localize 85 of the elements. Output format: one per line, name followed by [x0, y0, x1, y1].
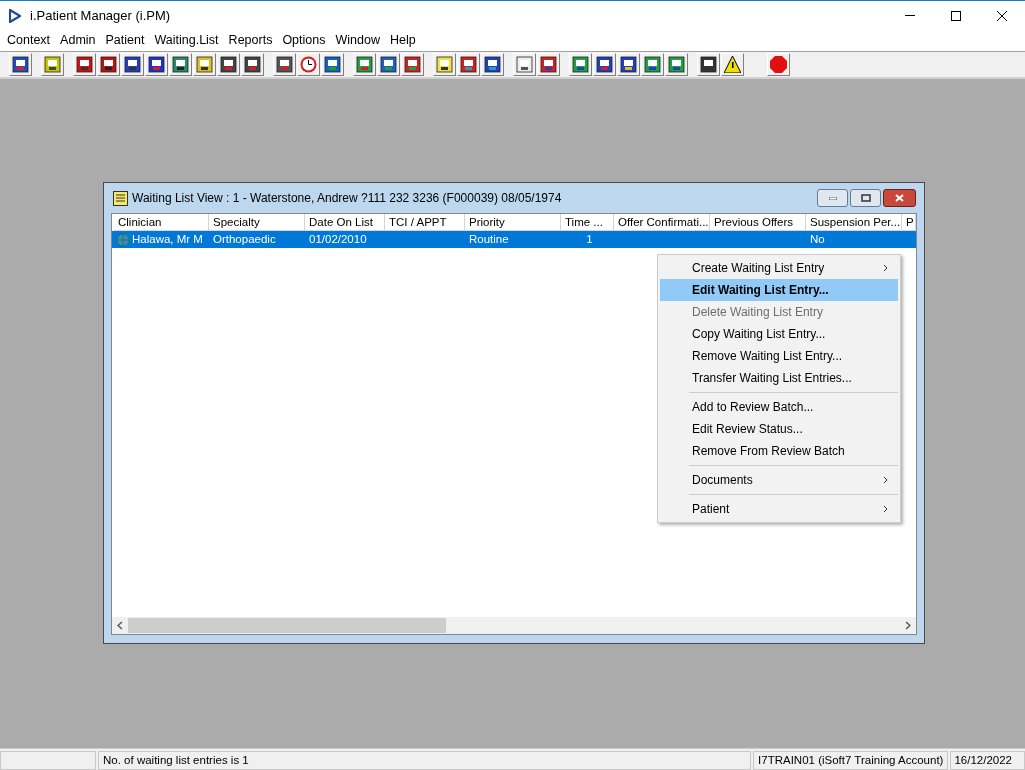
minimize-icon: [905, 15, 915, 16]
toolbar-button[interactable]: [121, 53, 144, 76]
menu-item[interactable]: Patient: [100, 31, 150, 50]
toolbar-button[interactable]: [145, 53, 168, 76]
horizontal-scrollbar[interactable]: [112, 617, 916, 634]
table-cell-text: No: [810, 231, 825, 247]
column-header[interactable]: Specialty: [209, 214, 305, 231]
scroll-right-icon: [905, 621, 911, 630]
list-icon: [113, 190, 128, 206]
toolbar-button[interactable]: [665, 53, 688, 76]
app-logo-icon: [9, 8, 21, 23]
warning-icon: [724, 56, 741, 73]
toolbar-button[interactable]: [569, 53, 592, 76]
column-header[interactable]: Time ...: [561, 214, 614, 231]
toolbar-button[interactable]: [457, 53, 480, 76]
minimize-button[interactable]: [817, 189, 848, 207]
menu-item[interactable]: Reports: [223, 31, 278, 50]
toolbar-button[interactable]: [721, 53, 744, 76]
table-cell-text: Halawa, Mr M: [132, 231, 203, 247]
column-header[interactable]: TCI / APPT: [385, 214, 465, 231]
close-icon: [997, 10, 1007, 21]
toolbar-button[interactable]: [641, 53, 664, 76]
context-menu-item[interactable]: Documents: [660, 469, 898, 491]
toolbar-button[interactable]: [513, 53, 536, 76]
toolbar-button[interactable]: [593, 53, 616, 76]
table-row[interactable]: Halawa, Mr M Orthopaedic 01/02/2010 Routine 1 No: [112, 231, 916, 248]
toolbar-button[interactable]: [73, 53, 96, 76]
status-account: I7TRAIN01 (iSoft7 Training Account): [753, 751, 949, 770]
scroll-left-icon: [117, 621, 123, 630]
minimize-icon: [828, 196, 837, 200]
toolbar-button[interactable]: [401, 53, 424, 76]
column-header[interactable]: Date On List: [305, 214, 385, 231]
column-header[interactable]: Priority: [465, 214, 561, 231]
column-header[interactable]: Offer Confirmati...: [614, 214, 710, 231]
toolbar-button[interactable]: [97, 53, 120, 76]
table-cell-text: 1: [585, 231, 594, 247]
toolbar-button[interactable]: [217, 53, 240, 76]
toolbar-button[interactable]: [193, 53, 216, 76]
toolbar-button[interactable]: [697, 53, 720, 76]
column-header[interactable]: Suspension Per...: [806, 214, 902, 231]
child-window-title: Waiting List View : 1 - Waterstone, Andrew ?111 232 3236 (F000039) 08/05/1974: [132, 190, 562, 207]
context-menu-item[interactable]: Create Waiting List Entry: [660, 257, 898, 279]
clock-icon: [300, 56, 317, 73]
menu-item[interactable]: Options: [277, 31, 331, 50]
context-menu-item[interactable]: Remove Waiting List Entry...: [660, 345, 898, 367]
toolbar-button[interactable]: [481, 53, 504, 76]
close-button[interactable]: [883, 189, 916, 207]
exit-icon: [770, 56, 787, 73]
column-header[interactable]: P: [902, 214, 916, 231]
maximize-icon: [951, 10, 961, 21]
context-menu-item[interactable]: Edit Waiting List Entry...: [660, 279, 898, 301]
close-icon: [895, 194, 904, 202]
window-title: i.Patient Manager (i.PM): [30, 6, 171, 25]
toolbar-button[interactable]: [169, 53, 192, 76]
context-menu-item[interactable]: Add to Review Batch...: [660, 396, 898, 418]
table-cell-text: Routine: [469, 231, 509, 247]
column-header[interactable]: Previous Offers: [710, 214, 806, 231]
context-menu-item[interactable]: Patient: [660, 498, 898, 520]
toolbar-button[interactable]: [433, 53, 456, 76]
menu-item[interactable]: Context: [2, 31, 56, 50]
restore-button[interactable]: [850, 189, 881, 207]
menu-item[interactable]: Waiting.List: [149, 31, 224, 50]
table-cell-text: Orthopaedic: [213, 231, 276, 247]
menu-item[interactable]: Help: [384, 31, 421, 50]
restore-icon: [860, 194, 871, 202]
menu-item[interactable]: Window: [330, 31, 385, 50]
toolbar-button[interactable]: [617, 53, 640, 76]
toolbar-button[interactable]: [377, 53, 400, 76]
context-menu-item[interactable]: Remove From Review Batch: [660, 440, 898, 462]
toolbar-button[interactable]: [9, 53, 32, 76]
column-header[interactable]: Clinician: [114, 214, 209, 231]
table-cell-text: 01/02/2010: [309, 231, 367, 247]
scrollbar-thumb[interactable]: [128, 618, 446, 633]
toolbar-button[interactable]: [241, 53, 264, 76]
toolbar-button[interactable]: [273, 53, 296, 76]
menu-item[interactable]: Admin: [55, 31, 101, 50]
context-menu-item[interactable]: Transfer Waiting List Entries...: [660, 367, 898, 389]
toolbar-button[interactable]: [353, 53, 376, 76]
status-date: 16/12/2022: [950, 751, 1025, 770]
context-menu-item[interactable]: Edit Review Status...: [660, 418, 898, 440]
toolbar-button[interactable]: [537, 53, 560, 76]
toolbar-button[interactable]: [41, 53, 64, 76]
status-message: No. of waiting list entries is 1: [98, 751, 752, 770]
toolbar-button[interactable]: [321, 53, 344, 76]
context-menu-item[interactable]: Copy Waiting List Entry...: [660, 323, 898, 345]
